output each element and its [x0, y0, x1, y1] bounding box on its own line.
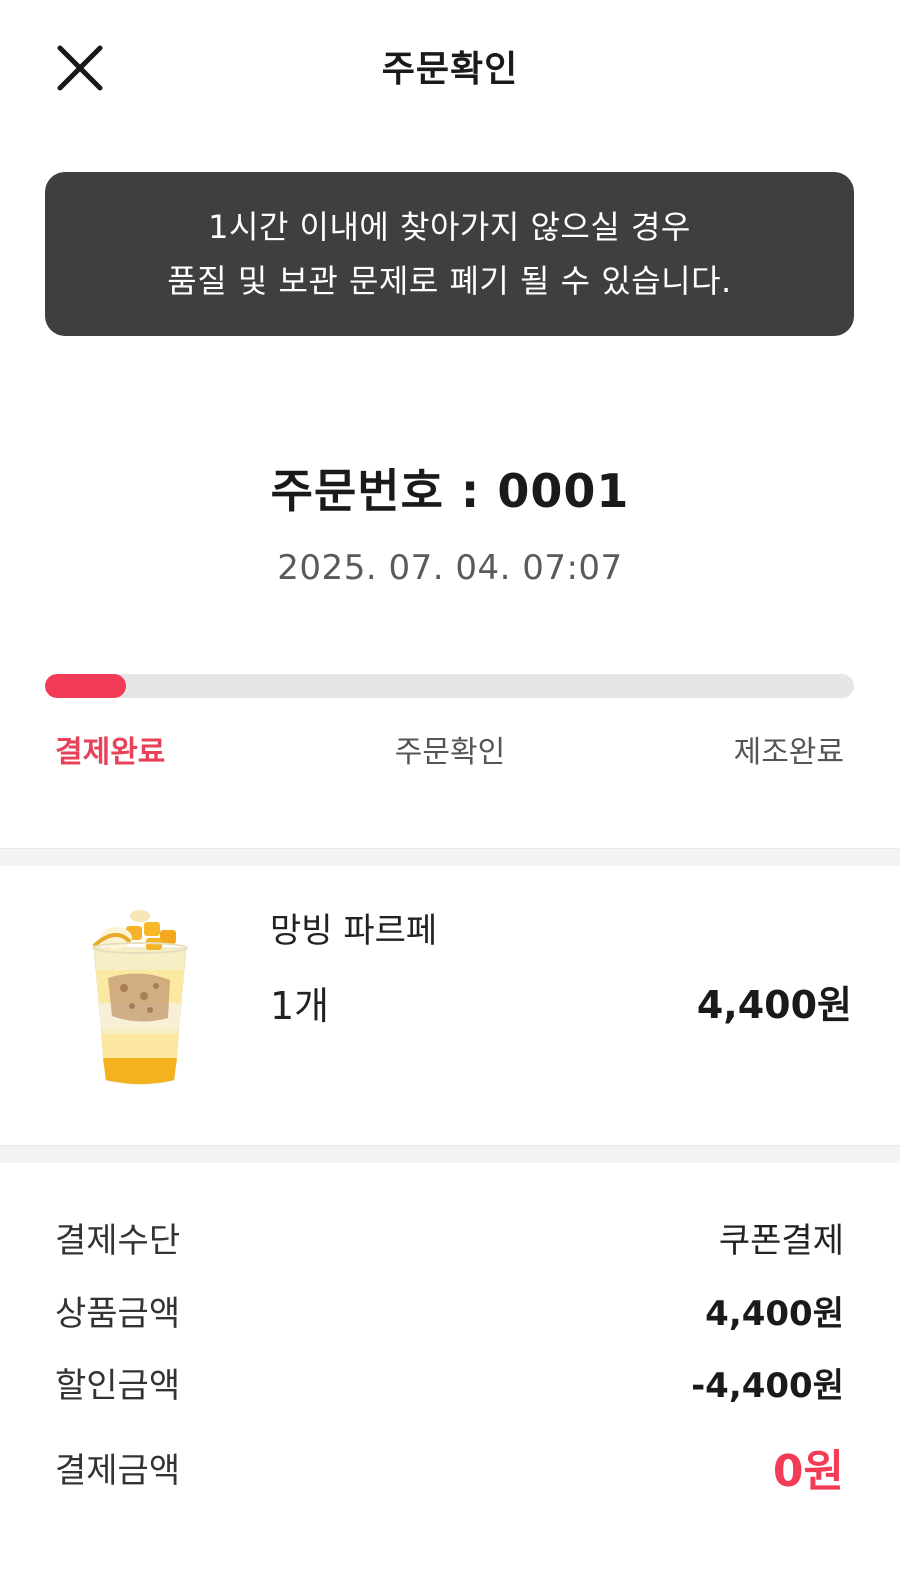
product-amount-row: 상품금액 4,400원: [55, 1286, 844, 1335]
payment-method-row: 결제수단 쿠폰결제: [55, 1213, 844, 1262]
total-amount-row: 결제금액 0원: [55, 1435, 844, 1499]
discount-amount-row: 할인금액 -4,400원: [55, 1358, 844, 1407]
header: 주문확인: [0, 0, 900, 130]
section-divider: [0, 848, 900, 866]
notice-line-1: 1시간 이내에 찾아가지 않으실 경우: [208, 208, 691, 246]
notice-line-2: 품질 및 보관 문제로 폐기 될 수 있습니다.: [167, 262, 732, 300]
product-amount-label: 상품금액: [55, 1294, 181, 1334]
step-production-complete: 제조완료: [733, 735, 844, 770]
payment-method-value: 쿠폰결제: [718, 1221, 844, 1261]
parfait-cup-image: [92, 910, 188, 1085]
order-progress-bar: [45, 674, 854, 698]
discount-amount-label: 할인금액: [55, 1366, 181, 1406]
discount-amount-value: -4,400원: [691, 1366, 844, 1406]
product-name: 망빙 파르페: [270, 911, 438, 951]
total-amount-value: 0원: [772, 1446, 844, 1497]
product-price: 4,400원: [696, 983, 852, 1027]
pickup-notice: 1시간 이내에 찾아가지 않으실 경우 품질 및 보관 문제로 폐기 될 수 있…: [45, 172, 854, 336]
order-progress-fill: [45, 674, 126, 698]
product-image: [86, 908, 194, 1090]
order-datetime: 2025. 07. 04. 07:07: [277, 548, 623, 588]
product-amount-value: 4,400원: [705, 1294, 844, 1334]
order-number: 주문번호 : 0001: [270, 464, 630, 518]
payment-method-label: 결제수단: [55, 1221, 181, 1261]
total-amount-label: 결제금액: [55, 1450, 181, 1491]
section-divider: [0, 1145, 900, 1163]
page-title: 주문확인: [381, 49, 519, 90]
product-quantity: 1개: [270, 984, 330, 1028]
